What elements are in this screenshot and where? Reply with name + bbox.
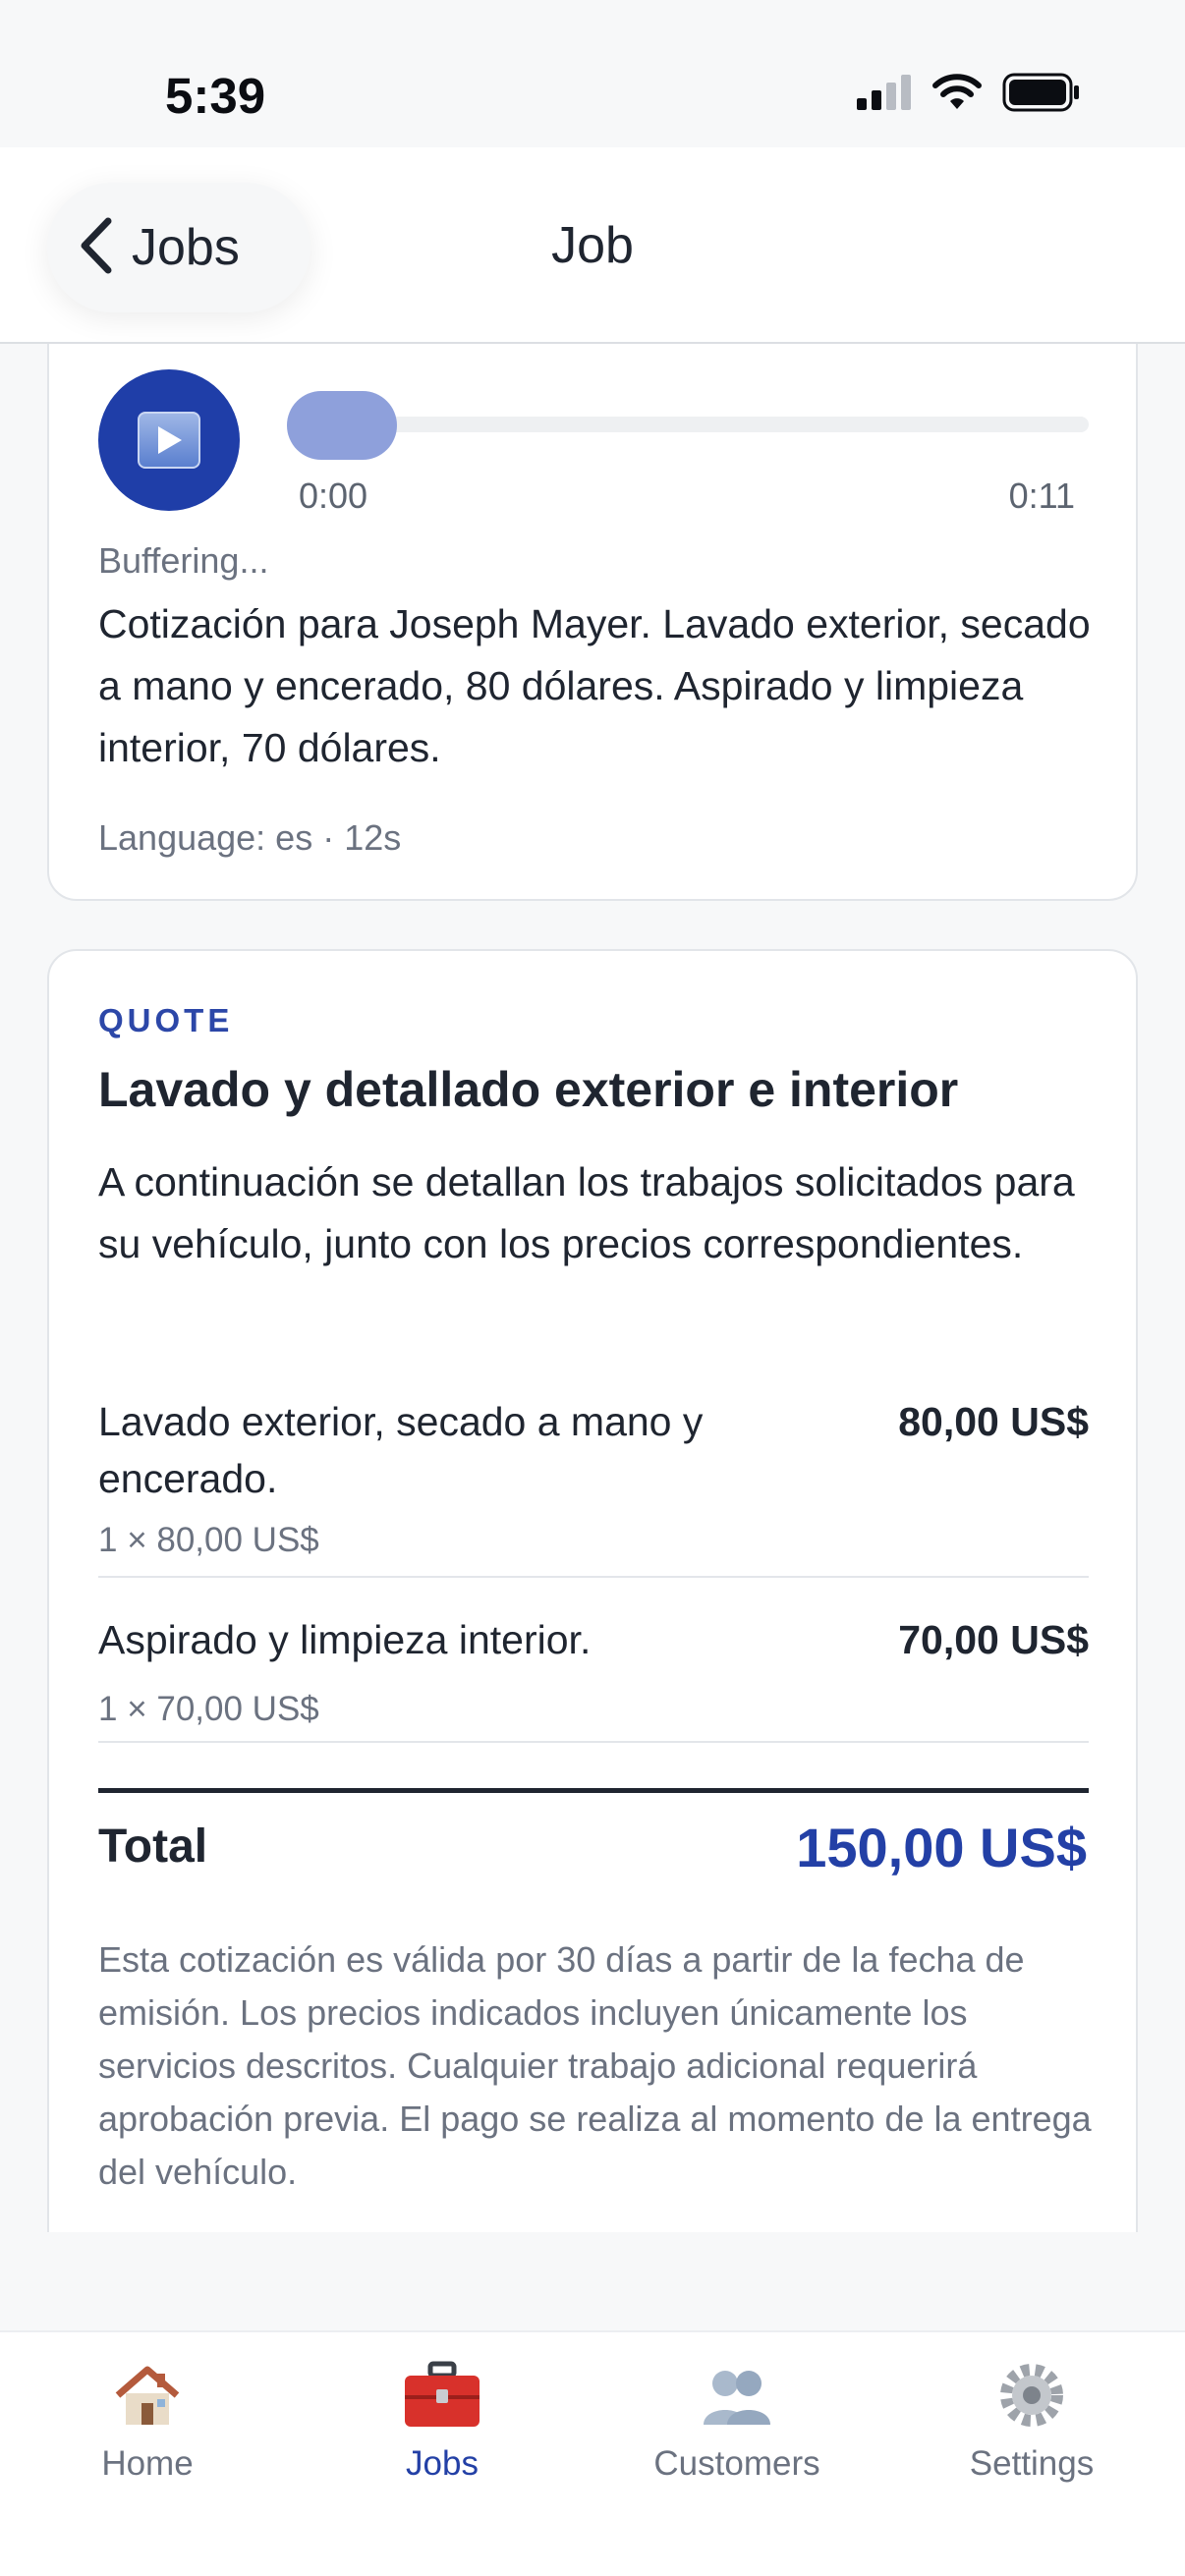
total-label: Total xyxy=(98,1820,208,1873)
quote-description: A continuación se detallan los trabajos … xyxy=(98,1159,1075,1266)
transcript-text: Cotización para Joseph Mayer. Lavado ext… xyxy=(98,601,1091,770)
tab-home-label: Home xyxy=(101,2444,194,2483)
wifi-icon xyxy=(931,74,983,116)
status-icons xyxy=(857,73,1081,117)
status-bar: 5:39 xyxy=(0,0,1185,172)
tab-bar: Home Jobs Customers Settings xyxy=(0,2330,1185,2576)
line-item: Aspirado y limpieza interior. 70,00 US$ … xyxy=(98,1611,1089,1743)
voice-note-card: 0:00 0:11 Buffering... Cotización para J… xyxy=(47,344,1138,901)
house-icon xyxy=(108,2356,187,2435)
line-item-quantity: 1 × 80,00 US$ xyxy=(98,1521,319,1559)
audio-scrubber-handle[interactable] xyxy=(287,391,397,460)
total-divider xyxy=(98,1788,1089,1793)
tab-jobs-label: Jobs xyxy=(406,2444,479,2483)
gear-icon xyxy=(992,2356,1071,2435)
quote-title: Lavado y detallado exterior e interior xyxy=(98,1062,959,1117)
people-icon xyxy=(698,2356,776,2435)
line-item-price: 70,00 US$ xyxy=(898,1617,1089,1662)
line-item-name: Lavado exterior, secado a mano y encerad… xyxy=(98,1399,704,1501)
tab-customers-label: Customers xyxy=(653,2444,820,2483)
status-time: 5:39 xyxy=(165,68,266,124)
line-item-quantity: 1 × 70,00 US$ xyxy=(98,1690,319,1728)
audio-duration: 0:11 xyxy=(1008,476,1075,516)
line-item-name: Aspirado y limpieza interior. xyxy=(98,1617,592,1662)
audio-elapsed-time: 0:00 xyxy=(299,476,368,516)
battery-icon xyxy=(1002,73,1081,117)
tab-settings[interactable]: Settings xyxy=(884,2356,1179,2484)
quote-card: QUOTE Lavado y detallado exterior e inte… xyxy=(47,949,1138,2232)
audio-status: Buffering... xyxy=(98,540,269,581)
quote-kicker: QUOTE xyxy=(98,1002,234,1038)
play-button[interactable] xyxy=(98,369,240,511)
quote-terms: Esta cotización es válida por 30 días a … xyxy=(98,1939,1092,2192)
page-title: Job xyxy=(551,217,634,274)
transcript-meta: Language: es · 12s xyxy=(98,817,402,858)
toolbox-icon xyxy=(403,2356,481,2435)
cellular-signal-icon xyxy=(857,75,912,115)
total-value: 150,00 US$ xyxy=(796,1817,1087,1878)
navigation-bar: Jobs Job xyxy=(0,147,1185,344)
audio-progress-track[interactable] xyxy=(287,417,1089,432)
line-item: Lavado exterior, secado a mano y encerad… xyxy=(98,1393,1089,1578)
tab-home[interactable]: Home xyxy=(0,2356,295,2484)
play-icon xyxy=(138,412,200,469)
job-content[interactable]: 0:00 0:11 Buffering... Cotización para J… xyxy=(0,344,1185,2232)
tab-settings-label: Settings xyxy=(969,2444,1095,2483)
line-item-price: 80,00 US$ xyxy=(898,1399,1089,1444)
tab-jobs[interactable]: Jobs xyxy=(295,2356,590,2484)
tab-customers[interactable]: Customers xyxy=(590,2356,884,2484)
